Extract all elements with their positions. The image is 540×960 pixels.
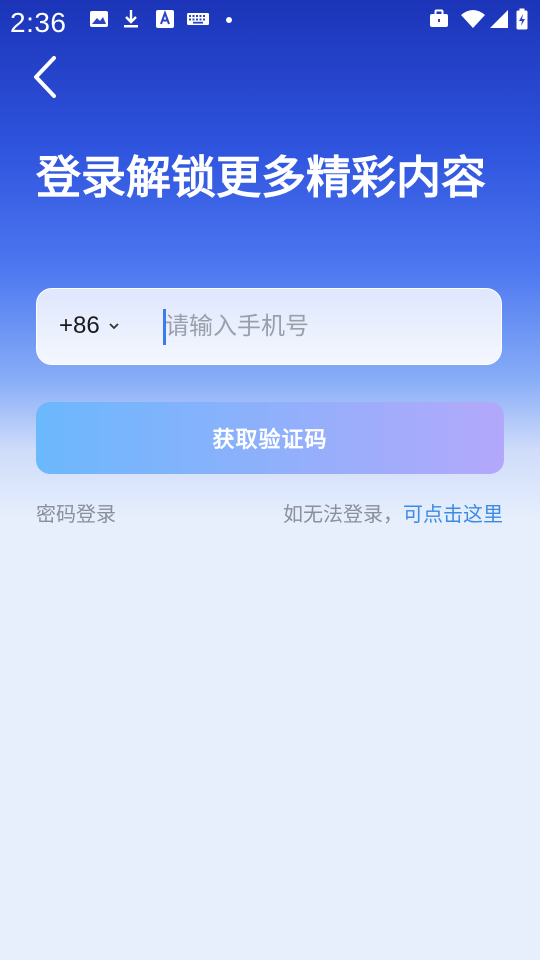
cell-signal-icon — [490, 10, 508, 28]
phone-number-input[interactable] — [165, 289, 485, 363]
chevron-down-icon — [109, 323, 119, 330]
chevron-left-icon — [34, 56, 56, 98]
login-help-row: 如无法登录，可点击这里 — [283, 498, 503, 530]
keyboard-icon — [187, 13, 209, 25]
status-time: 2:36 — [10, 7, 67, 38]
login-help-text: 如无法登录， — [283, 502, 403, 526]
gradient-background — [0, 0, 540, 960]
wifi-icon — [461, 10, 485, 28]
page-title: 登录解锁更多精彩内容 — [36, 151, 487, 204]
dot-icon — [226, 17, 232, 23]
briefcase-icon — [430, 9, 448, 27]
login-help-link[interactable]: 可点击这里 — [403, 502, 503, 526]
get-verification-code-button[interactable]: 获取验证码 — [36, 402, 504, 474]
country-code-selector[interactable]: +86 — [59, 289, 120, 363]
phone-input-container: +86 — [36, 288, 502, 365]
image-icon — [90, 11, 108, 27]
battery-icon — [516, 8, 528, 30]
back-button[interactable] — [24, 50, 72, 106]
country-code-label: +86 — [59, 312, 100, 339]
download-icon — [124, 10, 138, 28]
password-login-link[interactable]: 密码登录 — [36, 498, 116, 530]
text-a-icon — [156, 10, 174, 28]
status-bar: 2:36 — [0, 0, 540, 46]
